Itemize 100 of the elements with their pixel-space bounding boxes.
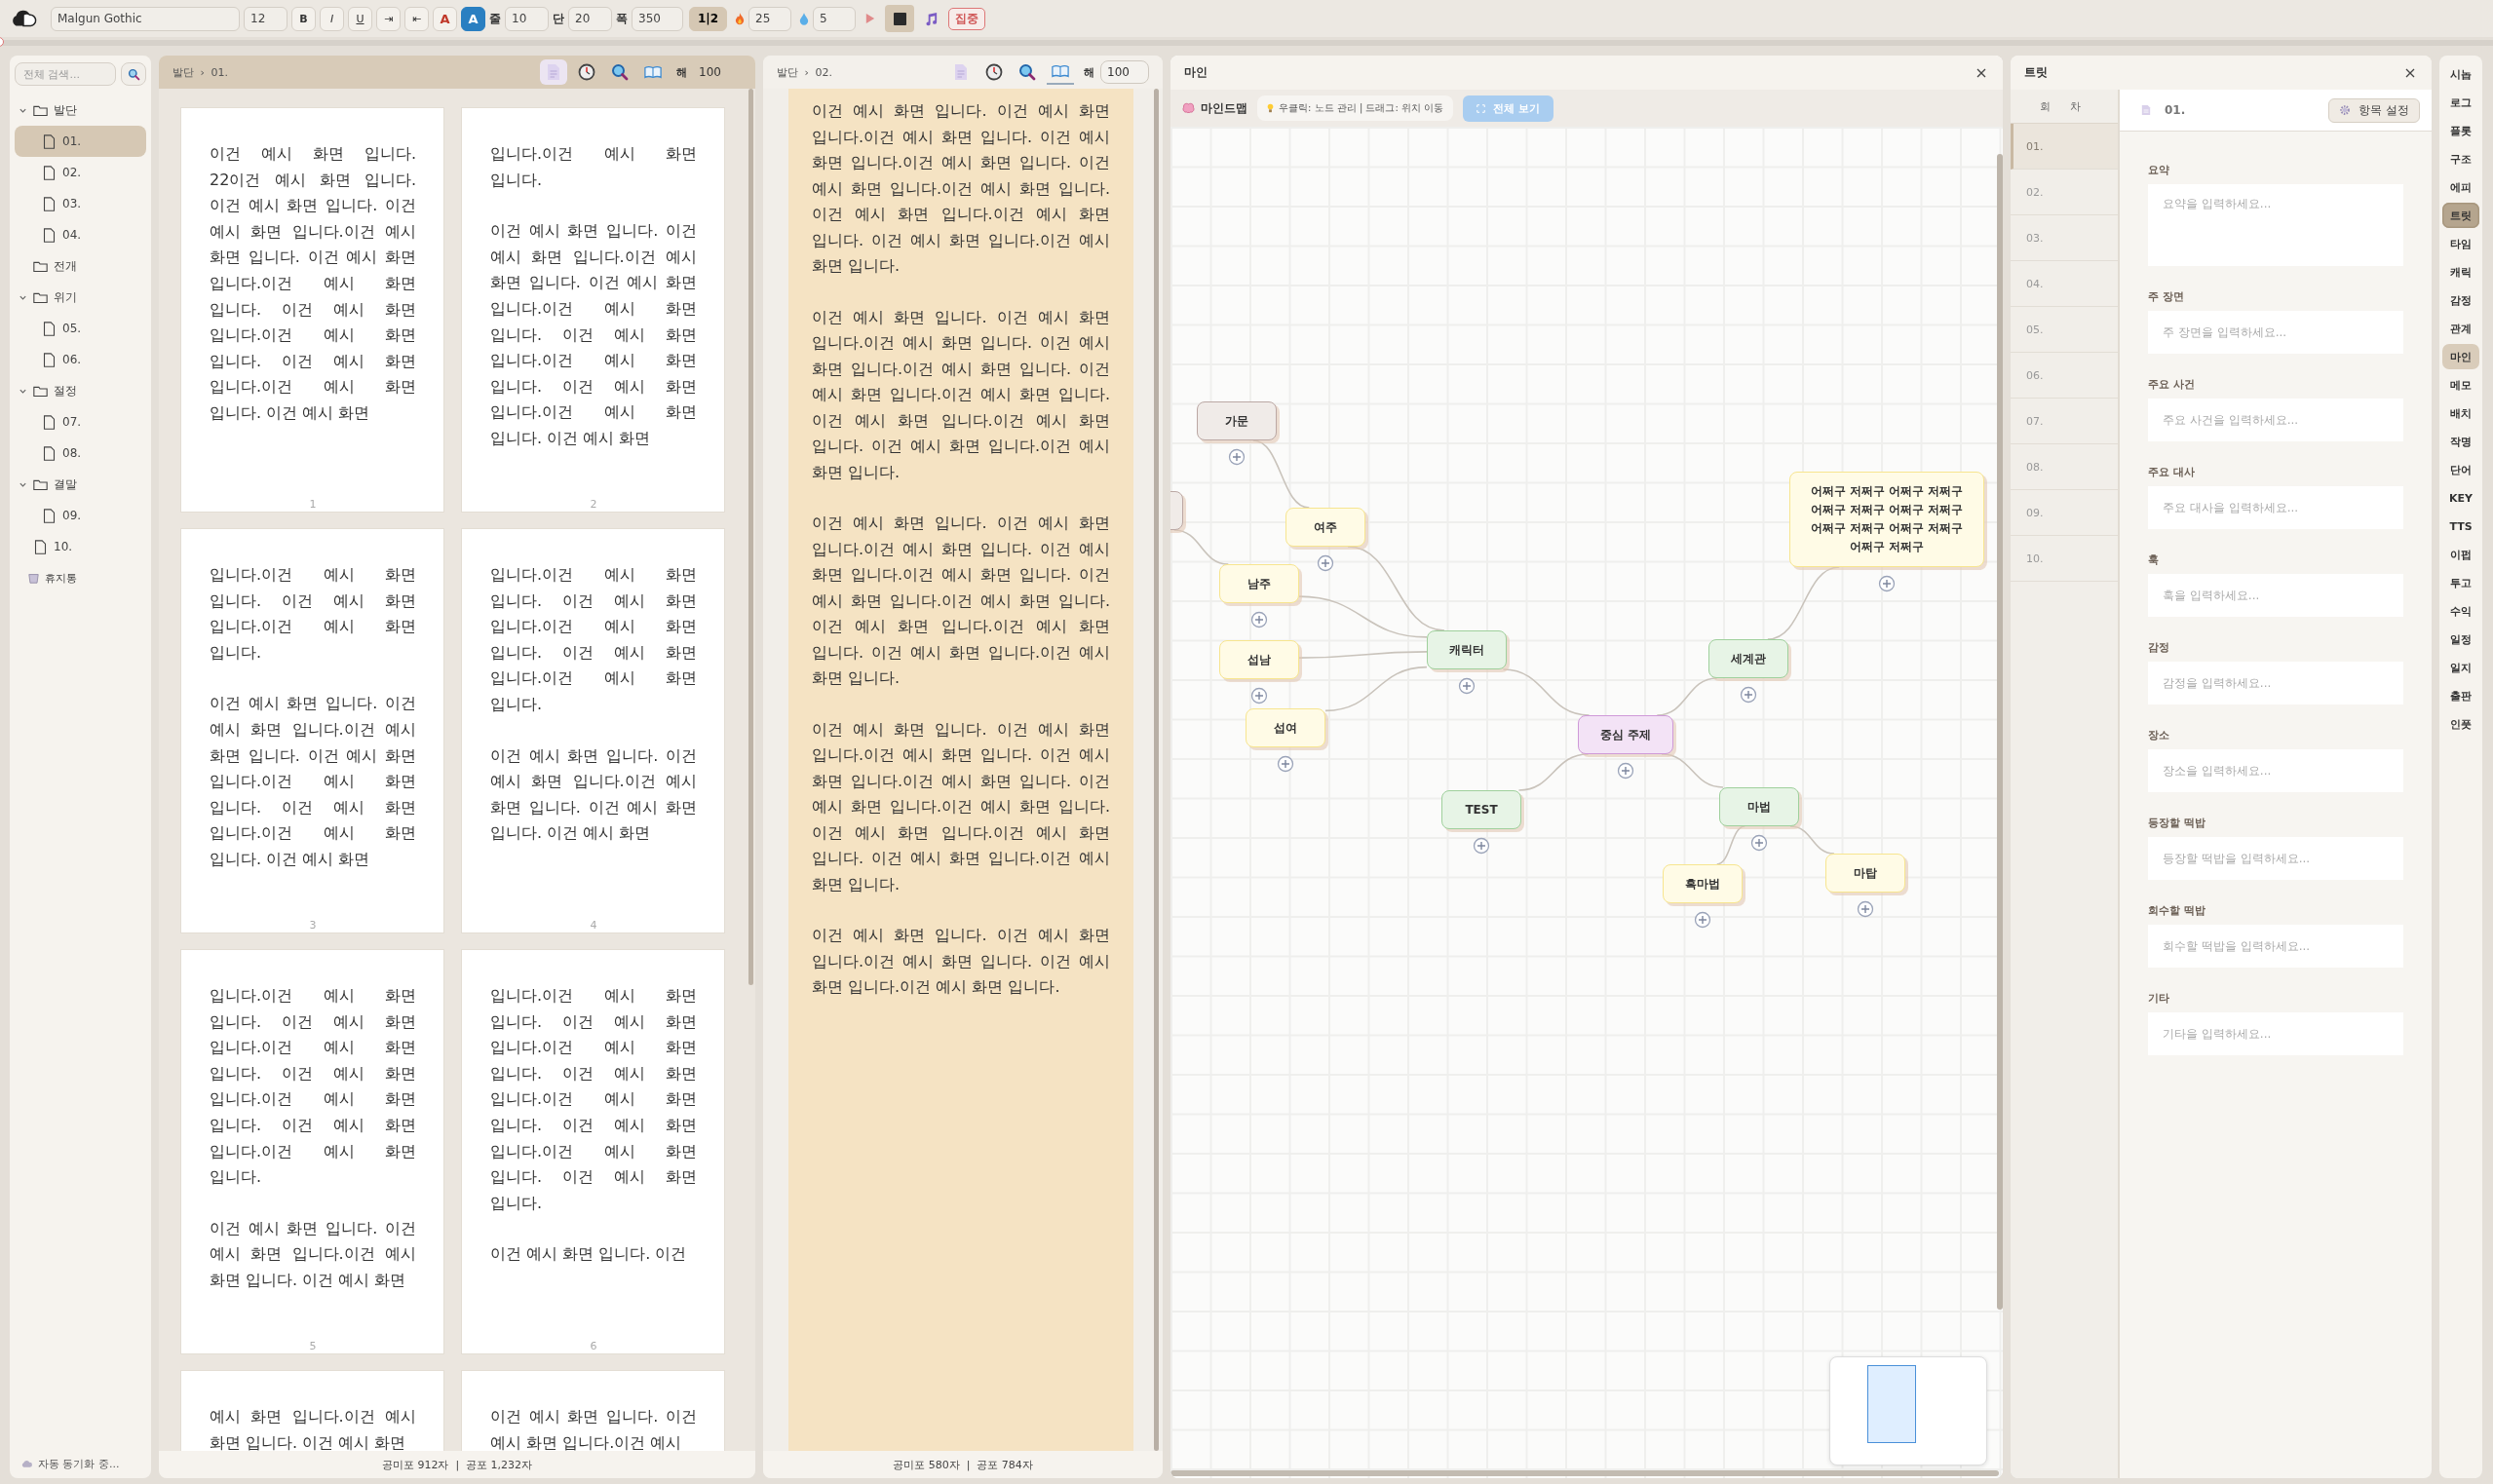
add-node-button[interactable]: [1458, 677, 1476, 695]
format-button[interactable]: A: [461, 6, 485, 31]
nav-tab[interactable]: 인풋: [2442, 711, 2479, 737]
add-node-button[interactable]: [1617, 762, 1634, 780]
mindmap-node[interactable]: 여주: [1285, 508, 1365, 547]
search-button[interactable]: [121, 62, 146, 86]
mindmap-node[interactable]: 마탑: [1825, 854, 1905, 893]
document-item[interactable]: 02.: [15, 157, 146, 188]
scrollbar[interactable]: [1170, 1470, 1999, 1476]
mindmap-node[interactable]: 캐릭터: [1427, 630, 1507, 669]
nav-tab[interactable]: 마인: [2442, 344, 2479, 369]
nav-tab[interactable]: 트릿: [2442, 203, 2479, 228]
search-field[interactable]: 전체 검색...: [15, 62, 116, 86]
nav-tab[interactable]: 단어: [2442, 457, 2479, 482]
zoom-field[interactable]: 100: [1100, 60, 1149, 84]
nav-tab[interactable]: 수익: [2442, 598, 2479, 624]
input-field[interactable]: 주요 대사을 입력하세요...: [2148, 486, 2403, 529]
format-button[interactable]: A: [433, 6, 457, 31]
zoom-field[interactable]: 100: [693, 60, 742, 84]
format-button[interactable]: I: [320, 6, 344, 31]
minimap-viewport[interactable]: [1867, 1365, 1916, 1443]
mindmap-node[interactable]: 섭남: [1219, 640, 1299, 679]
nav-tab[interactable]: 투고: [2442, 570, 2479, 595]
nav-tab[interactable]: 플롯: [2442, 118, 2479, 143]
folder-item[interactable]: 절정: [15, 375, 146, 406]
mindmap-node[interactable]: 가문: [1197, 401, 1277, 440]
nav-tab[interactable]: 일정: [2442, 627, 2479, 652]
add-node-button[interactable]: [1250, 611, 1268, 628]
breadcrumb[interactable]: 발단 › 01.: [173, 64, 228, 80]
scrollbar[interactable]: [748, 89, 753, 985]
nav-tab[interactable]: 이펍: [2442, 542, 2479, 567]
nav-tab[interactable]: 메모: [2442, 372, 2479, 398]
nav-tab[interactable]: 에피: [2442, 174, 2479, 200]
text-area[interactable]: 요약을 입력하세요...: [2148, 184, 2403, 266]
number-field[interactable]: 10: [505, 6, 549, 31]
nav-tab[interactable]: 출판: [2442, 683, 2479, 708]
mindmap-node[interactable]: 중심 주제: [1578, 715, 1673, 754]
add-node-button[interactable]: [1228, 448, 1246, 466]
format-button[interactable]: ⇤: [404, 6, 429, 31]
folder-item[interactable]: 전개: [15, 250, 146, 282]
document-item[interactable]: 03.: [15, 188, 146, 219]
goal-field[interactable]: 5: [813, 6, 857, 31]
focus-button[interactable]: 집중: [948, 7, 986, 30]
mindmap-canvas[interactable]: 중심 주제 캐릭터 여주 가문 남주 섭남 섭여 TEST 세계관 어쩌구 저쩌구 어쩌구 저쩌구 어쩌구 저쩌구 어쩌구 저쩌구 어쩌구 저쩌구 어쩌구 저쩌구 어쩌구 저쩌구 마법 흑마법 마탑: [1170, 127, 2003, 1478]
document-item[interactable]: 08.: [15, 438, 146, 469]
folder-item[interactable]: 결말: [15, 469, 146, 500]
breadcrumb[interactable]: 발단 › 02.: [777, 64, 832, 80]
mindmap-node[interactable]: 세계관: [1708, 639, 1788, 678]
scrollbar[interactable]: [1154, 89, 1159, 1451]
mindmap-node[interactable]: 섭여: [1246, 708, 1325, 747]
add-node-button[interactable]: [1317, 554, 1334, 572]
columns-toggle[interactable]: 1|2: [689, 6, 728, 31]
nav-tab[interactable]: 로그: [2442, 90, 2479, 115]
cloud-icon[interactable]: [10, 9, 37, 28]
doc-tool[interactable]: [540, 59, 567, 85]
input-field[interactable]: 장소을 입력하세요...: [2148, 749, 2403, 792]
settings-button[interactable]: 항목 설정: [2328, 97, 2420, 123]
document-item[interactable]: 04.: [15, 219, 146, 250]
add-node-button[interactable]: [1857, 900, 1874, 918]
number-field[interactable]: 350: [632, 6, 683, 31]
document-item[interactable]: 07.: [15, 406, 146, 438]
nav-tab[interactable]: 배치: [2442, 400, 2479, 426]
folder-item[interactable]: 발단: [15, 95, 146, 126]
input-field[interactable]: 훅을 입력하세요...: [2148, 574, 2403, 617]
goal-field[interactable]: 25: [748, 6, 792, 31]
nav-tab[interactable]: 타임: [2442, 231, 2479, 256]
mindmap-node[interactable]: 마법: [1719, 787, 1799, 826]
mindmap-node[interactable]: 흑마법: [1663, 864, 1743, 903]
font-size-field[interactable]: 12: [244, 6, 288, 31]
nav-tab[interactable]: TTS: [2442, 514, 2479, 539]
input-field[interactable]: 주요 사건을 입력하세요...: [2148, 399, 2403, 441]
trash-item[interactable]: 휴지통: [15, 562, 146, 593]
scrollbar[interactable]: [1997, 154, 2003, 1310]
nav-tab[interactable]: 감정: [2442, 287, 2479, 313]
add-node-button[interactable]: [1250, 687, 1268, 704]
nav-tab[interactable]: 구조: [2442, 146, 2479, 171]
nav-tab[interactable]: 작명: [2442, 429, 2479, 454]
add-node-button[interactable]: [1750, 834, 1768, 852]
document-item[interactable]: 09.: [15, 500, 146, 531]
document-item[interactable]: 10.: [15, 531, 146, 562]
mindmap-node[interactable]: 어쩌구 저쩌구 어쩌구 저쩌구 어쩌구 저쩌구 어쩌구 저쩌구 어쩌구 저쩌구 어쩌구 저쩌구 어쩌구 저쩌구: [1789, 472, 1984, 567]
nav-tab[interactable]: KEY: [2442, 485, 2479, 511]
nav-tab[interactable]: 캐릭: [2442, 259, 2479, 285]
format-button[interactable]: U: [348, 6, 372, 31]
input-field[interactable]: 기타을 입력하세요...: [2148, 1012, 2403, 1055]
document-item[interactable]: 06.: [15, 344, 146, 375]
text-editor[interactable]: [788, 89, 1133, 1451]
add-node-button[interactable]: [1473, 837, 1490, 855]
input-field[interactable]: 감정을 입력하세요...: [2148, 662, 2403, 704]
nav-tab[interactable]: 일지: [2442, 655, 2479, 680]
format-button[interactable]: ⇥: [376, 6, 401, 31]
nav-tab[interactable]: 시놉: [2442, 61, 2479, 87]
add-node-button[interactable]: [1740, 686, 1757, 704]
format-button[interactable]: B: [291, 6, 316, 31]
nav-tab[interactable]: 관계: [2442, 316, 2479, 341]
play-icon[interactable]: [865, 13, 876, 24]
document-item[interactable]: 01.: [15, 126, 146, 157]
mindmap-node[interactable]: TEST: [1441, 790, 1521, 829]
add-node-button[interactable]: [1694, 911, 1711, 929]
add-node-button[interactable]: [1878, 575, 1896, 592]
